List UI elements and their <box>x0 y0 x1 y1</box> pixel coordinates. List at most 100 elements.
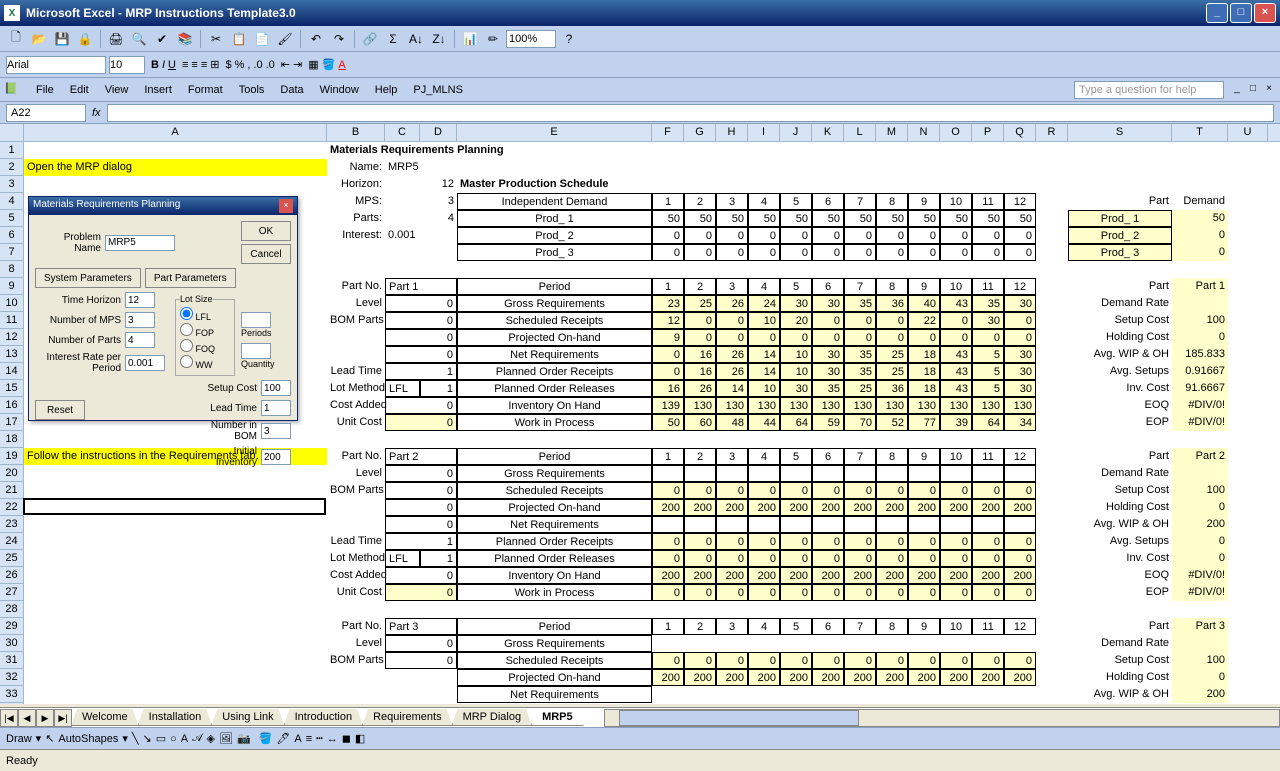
cell-B15[interactable]: Lot Method <box>327 380 385 397</box>
column-header-B[interactable]: B <box>327 124 385 141</box>
cell-M21[interactable]: 0 <box>876 482 908 499</box>
menu-help[interactable]: Help <box>367 82 406 98</box>
cell-J20[interactable] <box>780 465 812 482</box>
formula-bar[interactable] <box>107 104 1274 122</box>
sort-desc-icon[interactable]: Z↓ <box>429 29 449 49</box>
cell-H15[interactable]: 14 <box>716 380 748 397</box>
column-header-S[interactable]: S <box>1068 124 1172 141</box>
cell-B10[interactable]: Level <box>327 295 385 312</box>
cell-E33[interactable]: Net Requirements <box>457 686 652 703</box>
cell-S25[interactable]: Inv. Cost <box>1068 550 1172 567</box>
cell-P25[interactable]: 0 <box>972 550 1004 567</box>
row-header-26[interactable]: 26 <box>0 567 23 584</box>
cell-K11[interactable]: 0 <box>812 312 844 329</box>
cell-N5[interactable]: 50 <box>908 210 940 227</box>
cell-O10[interactable]: 43 <box>940 295 972 312</box>
cell-Q32[interactable]: 200 <box>1004 669 1036 686</box>
cell-H25[interactable]: 0 <box>716 550 748 567</box>
column-header-O[interactable]: O <box>940 124 972 141</box>
line-color-icon[interactable]: 🖊 <box>276 732 290 745</box>
save-icon[interactable]: 💾 <box>52 29 72 49</box>
redo-icon[interactable]: ↷ <box>329 29 349 49</box>
cell-E20[interactable]: Gross Requirements <box>457 465 652 482</box>
cell-K29[interactable]: 6 <box>812 618 844 635</box>
cell-H21[interactable]: 0 <box>716 482 748 499</box>
cell-T31[interactable]: 100 <box>1172 652 1228 669</box>
cell-I13[interactable]: 14 <box>748 346 780 363</box>
autoshapes-menu[interactable]: AutoShapes <box>58 733 118 745</box>
cell-T33[interactable]: 200 <box>1172 686 1228 703</box>
permission-icon[interactable]: 🔒 <box>75 29 95 49</box>
cell-K31[interactable]: 0 <box>812 652 844 669</box>
cell-C26[interactable]: 0 <box>385 567 457 584</box>
cell-I11[interactable]: 10 <box>748 312 780 329</box>
cell-H14[interactable]: 26 <box>716 363 748 380</box>
cell-S10[interactable]: Demand Rate <box>1068 295 1172 312</box>
cell-E5[interactable]: Prod_ 1 <box>457 210 652 227</box>
init-inv-input[interactable] <box>261 449 291 465</box>
cell-L16[interactable]: 130 <box>844 397 876 414</box>
cell-J31[interactable]: 0 <box>780 652 812 669</box>
cell-G5[interactable]: 50 <box>684 210 716 227</box>
cell-T15[interactable]: 91.6667 <box>1172 380 1228 397</box>
cell-M26[interactable]: 200 <box>876 567 908 584</box>
menu-format[interactable]: Format <box>180 82 231 98</box>
cell-P29[interactable]: 11 <box>972 618 1004 635</box>
cell-N24[interactable]: 0 <box>908 533 940 550</box>
cell-O22[interactable]: 200 <box>940 499 972 516</box>
row-header-11[interactable]: 11 <box>0 312 23 329</box>
row-header-17[interactable]: 17 <box>0 414 23 431</box>
cell-C13[interactable]: 0 <box>385 346 457 363</box>
cell-L22[interactable]: 200 <box>844 499 876 516</box>
part-params-button[interactable]: Part Parameters <box>145 268 236 288</box>
cell-E19[interactable]: Period <box>457 448 652 465</box>
cell-H7[interactable]: 0 <box>716 244 748 261</box>
cell-T26[interactable]: #DIV/0! <box>1172 567 1228 584</box>
cell-K17[interactable]: 59 <box>812 414 844 431</box>
cell-L7[interactable]: 0 <box>844 244 876 261</box>
cell-C12[interactable]: 0 <box>385 329 457 346</box>
open-icon[interactable]: 📂 <box>29 29 49 49</box>
cell-E22[interactable]: Projected On-hand <box>457 499 652 516</box>
cell-M15[interactable]: 36 <box>876 380 908 397</box>
cell-P10[interactable]: 35 <box>972 295 1004 312</box>
cell-M24[interactable]: 0 <box>876 533 908 550</box>
cell-B16[interactable]: Cost Added <box>327 397 385 414</box>
cell-G7[interactable]: 0 <box>684 244 716 261</box>
cell-G26[interactable]: 200 <box>684 567 716 584</box>
cell-M25[interactable]: 0 <box>876 550 908 567</box>
cell-C14[interactable]: 1 <box>385 363 457 380</box>
column-header-D[interactable]: D <box>420 124 457 141</box>
cell-K13[interactable]: 30 <box>812 346 844 363</box>
cell-I15[interactable]: 10 <box>748 380 780 397</box>
cell-L12[interactable]: 0 <box>844 329 876 346</box>
cell-L20[interactable] <box>844 465 876 482</box>
cell-B3[interactable]: Horizon: <box>327 176 385 193</box>
cell-P6[interactable]: 0 <box>972 227 1004 244</box>
quantity-input[interactable] <box>241 343 271 359</box>
cell-G29[interactable]: 2 <box>684 618 716 635</box>
cell-S29[interactable]: Part <box>1068 618 1172 635</box>
cell-Q26[interactable]: 200 <box>1004 567 1036 584</box>
cell-G31[interactable]: 0 <box>684 652 716 669</box>
cell-S9[interactable]: Part <box>1068 278 1172 295</box>
cell-F27[interactable]: 0 <box>652 584 684 601</box>
cell-H9[interactable]: 3 <box>716 278 748 295</box>
cell-P27[interactable]: 0 <box>972 584 1004 601</box>
cell-B5[interactable]: Parts: <box>327 210 385 227</box>
cell-L31[interactable]: 0 <box>844 652 876 669</box>
cell-P14[interactable]: 5 <box>972 363 1004 380</box>
cell-E32[interactable]: Projected On-hand <box>457 669 652 686</box>
increase-decimal-icon[interactable]: .0 <box>253 59 262 71</box>
row-header-15[interactable]: 15 <box>0 380 23 397</box>
arrow-style-icon[interactable]: ↔ <box>327 733 338 745</box>
row-header-3[interactable]: 3 <box>0 176 23 193</box>
cell-C10[interactable]: 0 <box>385 295 457 312</box>
cell-B30[interactable]: Level <box>327 635 385 652</box>
tab-nav-prev[interactable]: ◀ <box>18 709 36 727</box>
cell-H19[interactable]: 3 <box>716 448 748 465</box>
oval-icon[interactable]: ○ <box>170 733 177 745</box>
cell-J14[interactable]: 10 <box>780 363 812 380</box>
cell-L23[interactable] <box>844 516 876 533</box>
cell-M7[interactable]: 0 <box>876 244 908 261</box>
